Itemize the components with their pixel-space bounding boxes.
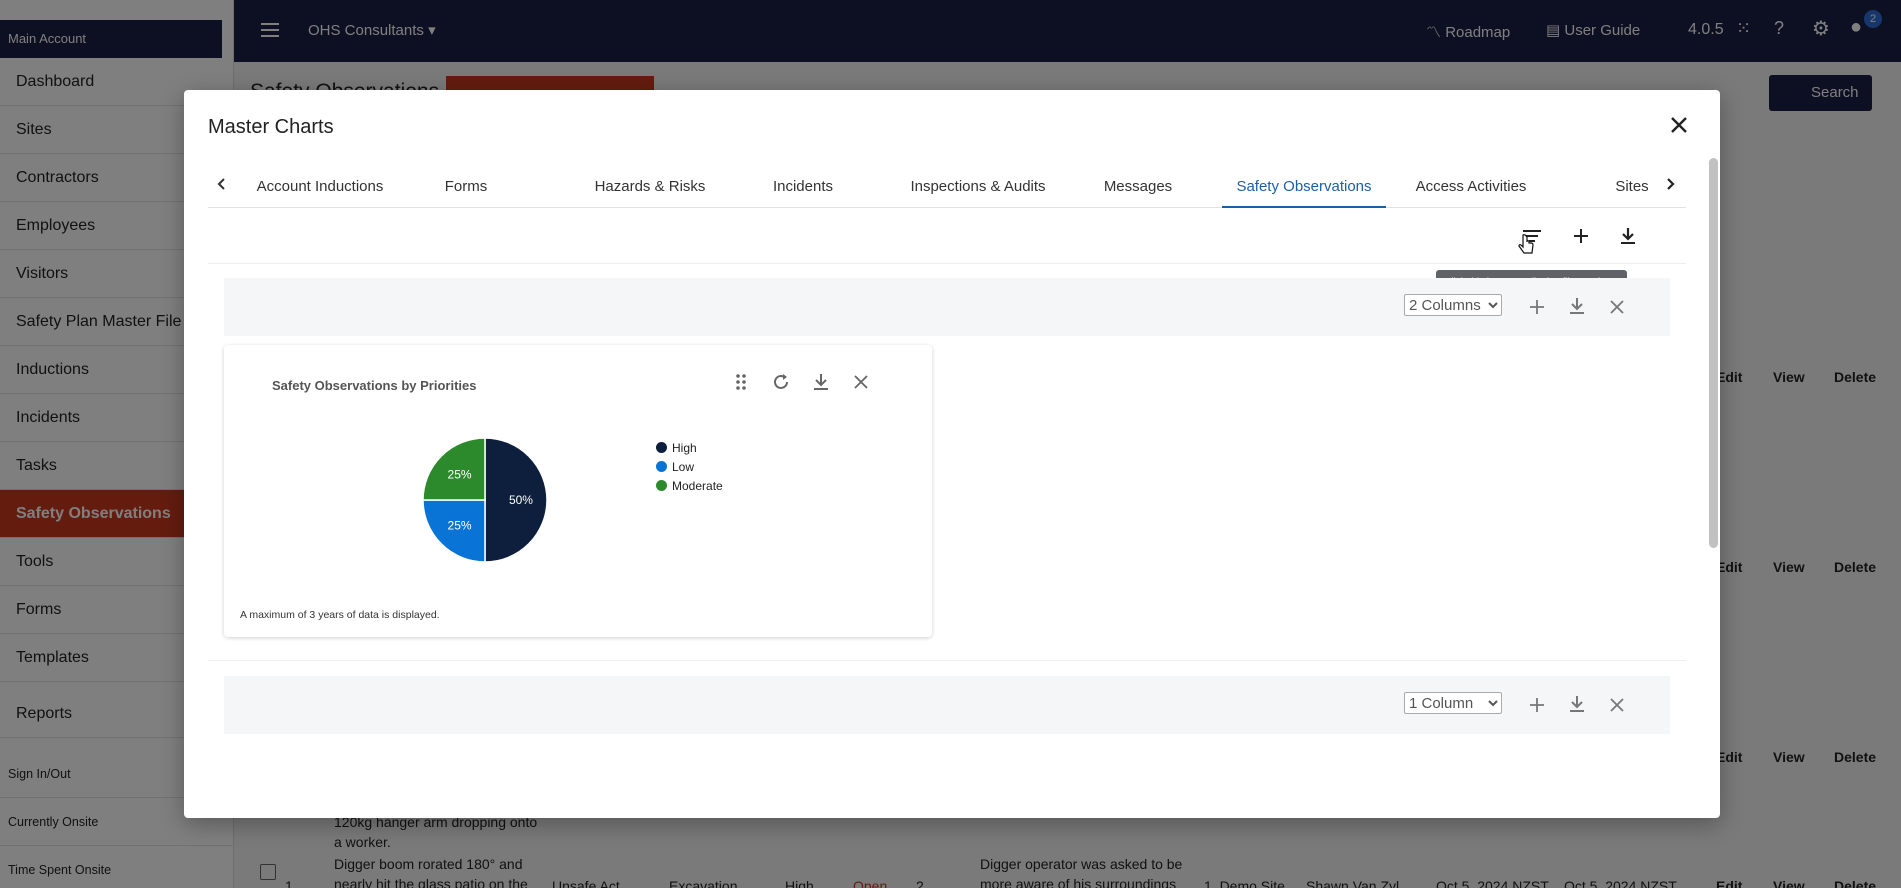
pie-label-low: 25% bbox=[448, 518, 472, 532]
pie-label-moderate: 25% bbox=[448, 468, 472, 482]
modal-title: Master Charts bbox=[208, 116, 334, 138]
legend-item-low[interactable]: Low bbox=[656, 460, 694, 474]
chart-row-header-2: 1 Column 2 Columns 3 Columns bbox=[224, 676, 1670, 734]
tab-safety-observations[interactable]: Safety Observations bbox=[1222, 160, 1386, 208]
refresh-icon[interactable] bbox=[770, 371, 792, 393]
cursor-hand-icon bbox=[1518, 234, 1534, 254]
download-icon[interactable] bbox=[1616, 224, 1640, 248]
tab-forms[interactable]: Forms bbox=[416, 160, 516, 208]
chevron-right-icon[interactable] bbox=[1658, 172, 1682, 196]
drag-handle-icon[interactable] bbox=[730, 371, 752, 393]
pie-label-high: 50% bbox=[509, 493, 533, 507]
master-charts-modal: Master Charts Account Inductions Forms H… bbox=[184, 90, 1720, 818]
chart-footnote: A maximum of 3 years of data is displaye… bbox=[240, 609, 440, 621]
tab-access-activities[interactable]: Access Activities bbox=[1396, 160, 1546, 208]
legend-swatch bbox=[656, 442, 667, 453]
modal-scrollbar[interactable] bbox=[1709, 158, 1718, 548]
legend-swatch bbox=[656, 480, 667, 491]
tab-account-inductions[interactable]: Account Inductions bbox=[246, 160, 394, 208]
chart-row-header: 1 Column 2 Columns 3 Columns bbox=[224, 278, 1670, 336]
add-icon[interactable] bbox=[1526, 694, 1548, 716]
pie-chart: 50% 25% 25% bbox=[422, 437, 548, 563]
toolbar-divider bbox=[208, 263, 1686, 264]
tab-sites[interactable]: Sites bbox=[1610, 160, 1654, 208]
tab-hazards-risks[interactable]: Hazards & Risks bbox=[578, 160, 722, 208]
close-icon[interactable] bbox=[1606, 296, 1628, 318]
tab-incidents[interactable]: Incidents bbox=[748, 160, 858, 208]
download-icon[interactable] bbox=[810, 371, 832, 393]
chevron-left-icon[interactable] bbox=[210, 172, 234, 196]
tab-messages[interactable]: Messages bbox=[1088, 160, 1188, 208]
tab-inspections-audits[interactable]: Inspections & Audits bbox=[888, 160, 1068, 208]
add-icon[interactable] bbox=[1569, 224, 1593, 248]
close-icon[interactable] bbox=[1668, 114, 1690, 136]
row-divider bbox=[208, 660, 1686, 661]
columns-select[interactable]: 1 Column 2 Columns 3 Columns bbox=[1404, 294, 1502, 316]
legend-item-high[interactable]: High bbox=[656, 441, 697, 455]
legend-swatch bbox=[656, 461, 667, 472]
add-icon[interactable] bbox=[1526, 296, 1548, 318]
chart-title: Safety Observations by Priorities bbox=[272, 378, 477, 393]
legend-label: High bbox=[672, 441, 697, 455]
legend-label: Low bbox=[672, 460, 695, 474]
close-icon[interactable] bbox=[850, 371, 872, 393]
columns-select[interactable]: 1 Column 2 Columns 3 Columns bbox=[1404, 692, 1502, 714]
close-icon[interactable] bbox=[1606, 694, 1628, 716]
legend-item-moderate[interactable]: Moderate bbox=[656, 479, 723, 493]
legend-label: Moderate bbox=[672, 479, 723, 493]
download-icon[interactable] bbox=[1566, 693, 1588, 715]
chart-card: Safety Observations by Priorities 50% 25%… bbox=[224, 345, 932, 637]
download-icon[interactable] bbox=[1566, 295, 1588, 317]
chart-tabs: Account Inductions Forms Hazards & Risks… bbox=[208, 160, 1686, 208]
